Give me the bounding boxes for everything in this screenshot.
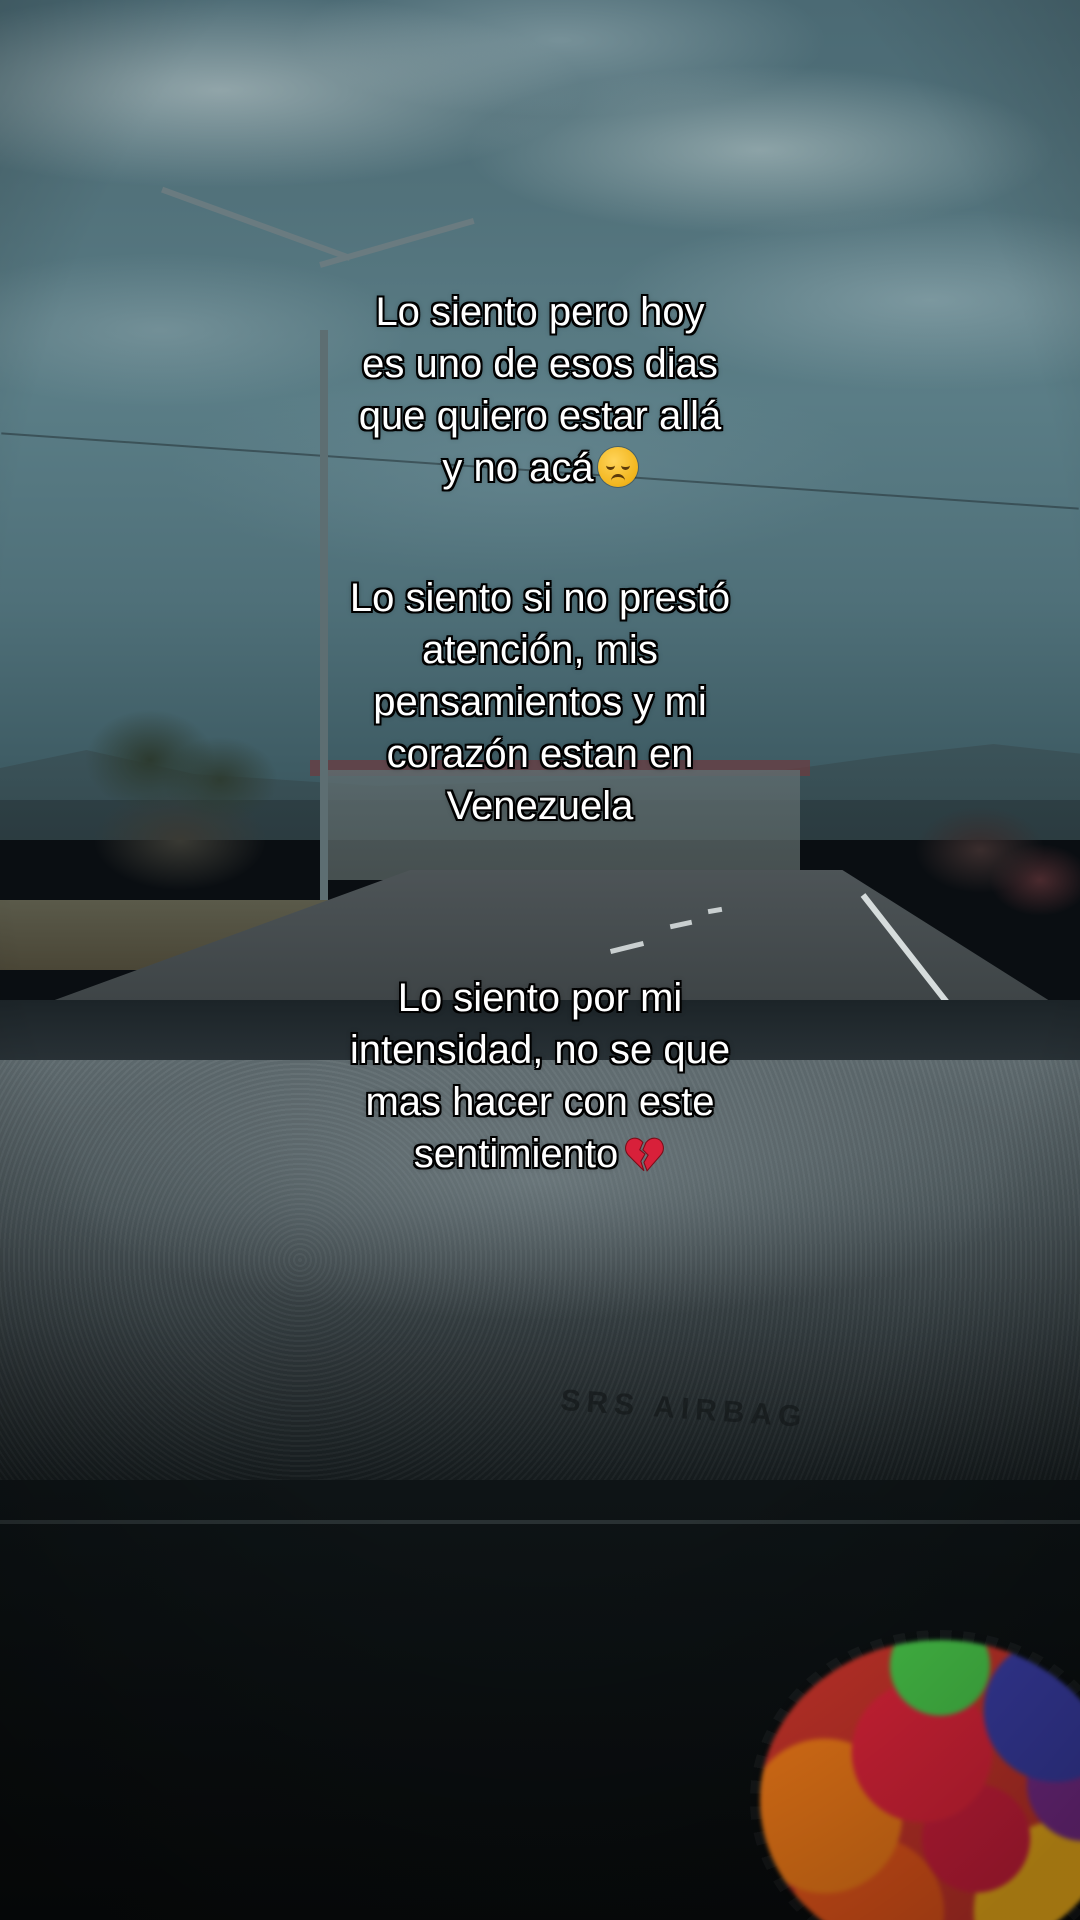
caption-block-3: Lo siento por mi intensidad, no se que m… [140,972,940,1180]
caption-line: Lo siento si no prestó [349,576,731,620]
caption-line: Lo siento pero hoy [375,290,705,334]
caption-line: corazón estan en [386,732,694,776]
caption-line: sentimiento [413,1132,619,1176]
caption-line: intensidad, no se que [349,1028,731,1072]
caption-line: Lo siento por mi [397,976,683,1020]
caption-line-with-emoji: y no acá [140,442,940,494]
caption-line: Venezuela [446,784,634,828]
caption-line: es uno de esos dias [362,342,718,386]
pensive-face-icon [597,447,638,487]
caption-line: que quiero estar allá [358,394,722,438]
caption-block-1: Lo siento pero hoy es uno de esos dias q… [140,286,940,494]
caption-line: atención, mis [422,628,658,672]
caption-line: pensamientos y mi [373,680,707,724]
caption-line: y no acá [442,446,594,490]
dashboard-ridge [0,1520,1080,1524]
caption-line-with-emoji: sentimiento [140,1128,940,1180]
caption-block-2: Lo siento si no prestó atención, mis pen… [140,572,940,832]
broken-heart-icon [625,1137,665,1172]
caption-line: mas hacer con este [365,1080,715,1124]
